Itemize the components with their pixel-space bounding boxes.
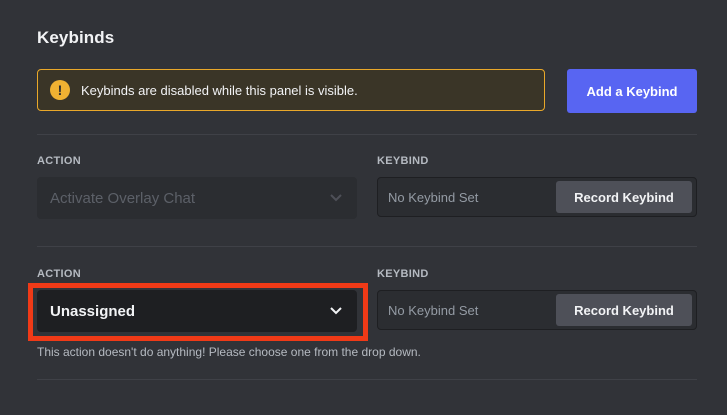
keybind-input[interactable]: No Keybind Set Record Keybind xyxy=(377,177,697,217)
keybind-value: No Keybind Set xyxy=(388,302,479,318)
action-select[interactable]: Activate Overlay Chat xyxy=(37,177,357,219)
record-keybind-button[interactable]: Record Keybind xyxy=(556,181,692,213)
action-select[interactable]: Unassigned xyxy=(37,290,357,332)
action-column-label: ACTION xyxy=(37,155,81,167)
keybind-value: No Keybind Set xyxy=(388,189,479,205)
warning-text: Keybinds are disabled while this panel i… xyxy=(81,82,358,98)
warning-banner: ! Keybinds are disabled while this panel… xyxy=(37,69,545,111)
divider xyxy=(37,379,697,380)
add-keybind-button[interactable]: Add a Keybind xyxy=(567,69,697,113)
warning-icon: ! xyxy=(50,80,70,100)
action-help-text: This action doesn't do anything! Please … xyxy=(37,345,421,359)
record-keybind-button[interactable]: Record Keybind xyxy=(556,294,692,326)
keybind-column-label: KEYBIND xyxy=(377,268,429,280)
action-select-value: Activate Overlay Chat xyxy=(50,189,196,207)
keybind-input[interactable]: No Keybind Set Record Keybind xyxy=(377,290,697,330)
chevron-down-icon xyxy=(329,304,343,318)
chevron-down-icon xyxy=(329,191,343,205)
action-select-value: Unassigned xyxy=(50,302,136,320)
page-title: Keybinds xyxy=(37,28,115,47)
divider xyxy=(37,134,697,135)
keybind-column-label: KEYBIND xyxy=(377,155,429,167)
divider xyxy=(37,246,697,247)
action-column-label: ACTION xyxy=(37,268,81,280)
